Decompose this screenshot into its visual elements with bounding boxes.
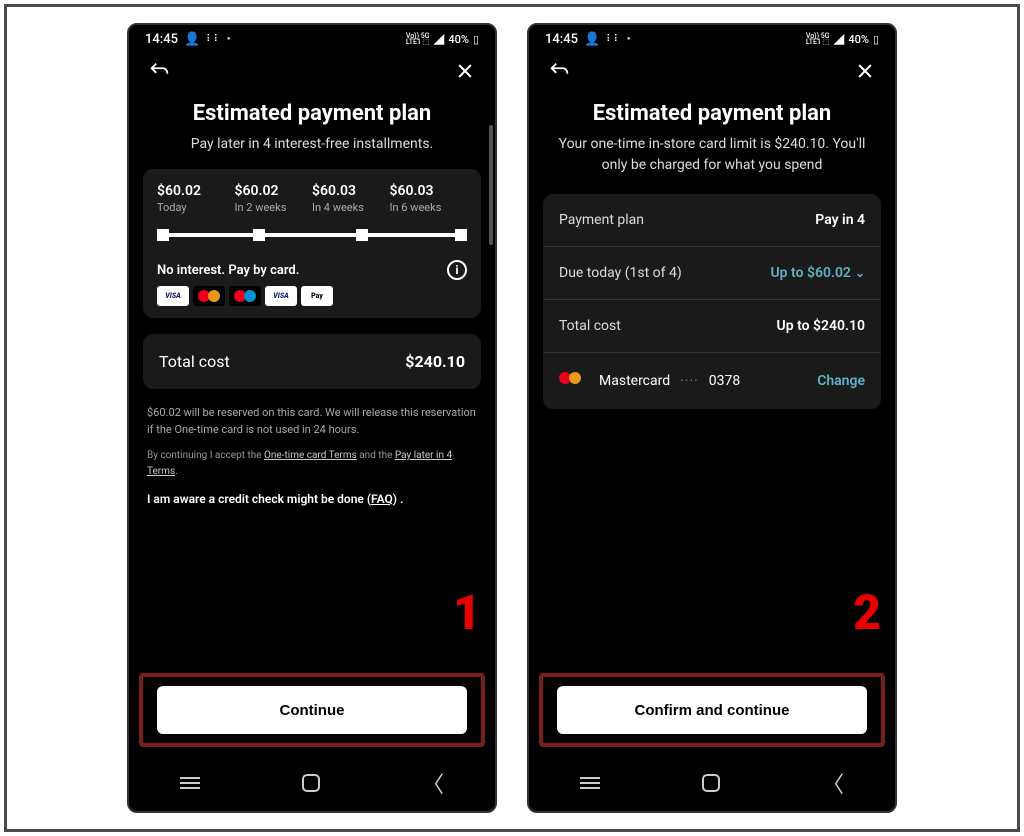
info-icon[interactable]: i (447, 260, 467, 280)
home-button[interactable] (302, 774, 320, 792)
confirm-continue-button[interactable]: Confirm and continue (557, 686, 868, 734)
app-nav (529, 49, 895, 87)
status-bar: 14:45 👤 ⠇⠇ • Vo)) 5GLTE1 ⬚ ◢ 40% ▯ (129, 25, 495, 49)
faq-link[interactable]: FAQ (371, 492, 393, 506)
aware-text: I am aware a credit check might be done … (147, 492, 477, 506)
back-button[interactable] (547, 59, 571, 83)
payment-method-row: Mastercard ···· 0378 Change (543, 353, 881, 409)
due-today-row[interactable]: Due today (1st of 4) Up to $60.02⌄ (543, 247, 881, 300)
comparison-frame: 14:45 👤 ⠇⠇ • Vo)) 5GLTE1 ⬚ ◢ 40% ▯ Estim… (4, 4, 1020, 832)
chevron-down-icon: ⌄ (855, 266, 865, 280)
status-dot: • (227, 34, 231, 45)
status-app-icon-2: ⠇⠇ (206, 34, 221, 45)
installment-4: $60.03 In 6 weeks (390, 183, 468, 214)
due-value: Up to $60.02⌄ (770, 265, 865, 281)
installment-1: $60.02 Today (157, 183, 235, 214)
plan-row: Payment plan Pay in 4 (543, 194, 881, 247)
total-row: Total cost Up to $240.10 (543, 300, 881, 353)
maestro-logo (229, 286, 261, 306)
total-value: $240.10 (405, 352, 465, 371)
mastercard-icon (559, 371, 589, 391)
recent-apps-button[interactable] (180, 777, 200, 789)
change-payment-button[interactable]: Change (817, 373, 865, 389)
scrollbar[interactable] (489, 125, 493, 245)
timeline (157, 228, 467, 242)
home-button[interactable] (702, 774, 720, 792)
status-battery: 40% (448, 33, 469, 46)
payment-logos: VISA VISA Pay (157, 286, 467, 306)
battery-icon: ▯ (473, 33, 479, 46)
visa-debit-logo: VISA (265, 286, 297, 306)
step-number: 1 (453, 584, 481, 641)
recent-apps-button[interactable] (580, 777, 600, 789)
page-title: Estimated payment plan (129, 101, 495, 126)
android-nav: 〈 (529, 763, 895, 803)
disclaimer-text: $60.02 will be reserved on this card. We… (147, 405, 477, 438)
terms-link-1[interactable]: One-time card Terms (264, 450, 357, 461)
installments-card: $60.02 Today $60.02 In 2 weeks $60.03 In… (143, 169, 481, 318)
signal-icon: ◢ (434, 31, 445, 47)
installment-2: $60.02 In 2 weeks (235, 183, 313, 214)
total-cost-card: Total cost $240.10 (143, 334, 481, 389)
total-label: Total cost (159, 352, 230, 371)
no-interest-text: No interest. Pay by card. (157, 263, 299, 278)
card-mask: ···· (680, 373, 699, 389)
phone-screen-1: 14:45 👤 ⠇⠇ • Vo)) 5GLTE1 ⬚ ◢ 40% ▯ Estim… (127, 23, 497, 813)
terms-text: By continuing I accept the One-time card… (147, 448, 477, 480)
summary-card: Payment plan Pay in 4 Due today (1st of … (543, 194, 881, 409)
close-button[interactable] (453, 59, 477, 83)
status-network: Vo)) 5GLTE1 ⬚ (806, 33, 830, 46)
cta-highlight: Continue (139, 673, 485, 747)
page-title: Estimated payment plan (529, 101, 895, 126)
back-os-button[interactable]: 〈 (822, 767, 844, 799)
app-nav (129, 49, 495, 87)
mastercard-logo (193, 286, 225, 306)
phone-screen-2: 14:45 👤 ⠇⠇ • Vo)) 5GLTE1 ⬚ ◢ 40% ▯ Estim… (527, 23, 897, 813)
status-app-icon-2: ⠇⠇ (606, 34, 621, 45)
status-battery: 40% (848, 33, 869, 46)
status-time: 14:45 (145, 32, 178, 47)
back-button[interactable] (147, 59, 171, 83)
android-nav: 〈 (129, 763, 495, 803)
apple-pay-logo: Pay (301, 286, 333, 306)
status-app-icon-1: 👤 (584, 32, 600, 47)
status-time: 14:45 (545, 32, 578, 47)
battery-icon: ▯ (873, 33, 879, 46)
cta-highlight: Confirm and continue (539, 673, 885, 747)
continue-button[interactable]: Continue (157, 686, 468, 734)
status-app-icon-1: 👤 (184, 32, 200, 47)
card-last4: 0378 (709, 373, 740, 389)
status-bar: 14:45 👤 ⠇⠇ • Vo)) 5GLTE1 ⬚ ◢ 40% ▯ (529, 25, 895, 49)
status-dot: • (627, 34, 631, 45)
close-button[interactable] (853, 59, 877, 83)
installment-3: $60.03 In 4 weeks (312, 183, 390, 214)
card-name: Mastercard (599, 373, 670, 389)
back-os-button[interactable]: 〈 (422, 767, 444, 799)
status-network: Vo)) 5GLTE1 ⬚ (406, 33, 430, 46)
signal-icon: ◢ (834, 31, 845, 47)
page-subtitle: Pay later in 4 interest-free installment… (129, 134, 495, 155)
page-subtitle: Your one-time in-store card limit is $24… (529, 134, 895, 176)
visa-logo: VISA (157, 286, 189, 306)
step-number: 2 (853, 584, 881, 641)
